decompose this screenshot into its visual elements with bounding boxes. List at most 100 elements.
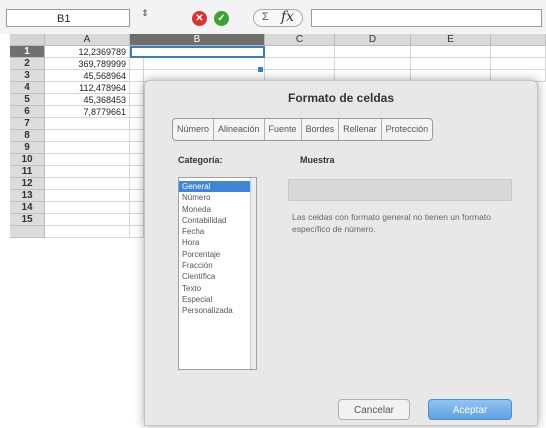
category-item-especial[interactable]: Especial: [179, 294, 256, 305]
cell-d1[interactable]: [335, 46, 411, 58]
column-header-a[interactable]: A: [45, 34, 130, 46]
cell-a3[interactable]: 45,568964: [45, 70, 130, 82]
cell-a16[interactable]: [45, 226, 130, 238]
formula-bar: B1 ⇕ ✕ ✓ Σ fx: [0, 0, 546, 34]
category-item-general[interactable]: General: [179, 181, 254, 193]
cell-b13[interactable]: [130, 190, 144, 202]
accept-button[interactable]: Aceptar: [428, 399, 512, 420]
cell-d2[interactable]: [335, 58, 411, 70]
cell-reference-box[interactable]: B1: [6, 9, 130, 27]
sample-preview-box: [288, 179, 512, 201]
tab-rellenar[interactable]: Rellenar: [339, 119, 382, 140]
cell-a9[interactable]: [45, 142, 130, 154]
row-header-6[interactable]: 6: [10, 106, 45, 118]
column-header-b[interactable]: B: [130, 34, 265, 46]
category-list-scrollbar[interactable]: [250, 178, 256, 369]
cancel-edit-icon[interactable]: ✕: [192, 11, 207, 26]
row-header-1[interactable]: 1: [10, 46, 45, 58]
category-item-numero[interactable]: Número: [179, 192, 256, 203]
category-label: Categoría:: [178, 155, 223, 165]
cell-b6[interactable]: [130, 106, 144, 118]
row-header-15[interactable]: 15: [10, 214, 45, 226]
cell-b11[interactable]: [130, 166, 144, 178]
cell-b14[interactable]: [130, 202, 144, 214]
cell-b16[interactable]: [130, 226, 144, 238]
cell-a11[interactable]: [45, 166, 130, 178]
category-item-texto[interactable]: Texto: [179, 283, 256, 294]
select-all-corner[interactable]: [10, 34, 45, 46]
fx-icon[interactable]: fx: [281, 9, 294, 25]
cell-e1[interactable]: [411, 46, 491, 58]
cell-b9[interactable]: [130, 142, 144, 154]
cell-a15[interactable]: [45, 214, 130, 226]
cell-b2[interactable]: [130, 58, 144, 70]
column-header-f[interactable]: [491, 34, 546, 46]
cell-f1[interactable]: [491, 46, 546, 58]
cell-a8[interactable]: [45, 130, 130, 142]
cell-b12[interactable]: [130, 178, 144, 190]
column-header-d[interactable]: D: [335, 34, 411, 46]
cell-b4[interactable]: [130, 82, 144, 94]
function-button[interactable]: Σ fx: [253, 9, 303, 27]
cell-b5[interactable]: [130, 94, 144, 106]
cell-b3[interactable]: [130, 70, 144, 82]
cell-reference-stepper[interactable]: ⇕: [139, 9, 151, 27]
cell-a7[interactable]: [45, 118, 130, 130]
tab-fuente[interactable]: Fuente: [265, 119, 302, 140]
cell-b8[interactable]: [130, 130, 144, 142]
tab-alineacion[interactable]: Alineación: [214, 119, 265, 140]
row-header-11[interactable]: 11: [10, 166, 45, 178]
category-item-cientifica[interactable]: Científica: [179, 271, 256, 282]
category-item-hora[interactable]: Hora: [179, 237, 256, 248]
cell-a2[interactable]: 369,789999: [45, 58, 130, 70]
row-header-13[interactable]: 13: [10, 190, 45, 202]
accept-edit-icon[interactable]: ✓: [214, 11, 229, 26]
cell-a5[interactable]: 45,368453: [45, 94, 130, 106]
sum-icon[interactable]: Σ: [262, 11, 269, 23]
row-header-10[interactable]: 10: [10, 154, 45, 166]
cell-a6[interactable]: 7,8779661: [45, 106, 130, 118]
row-header-12[interactable]: 12: [10, 178, 45, 190]
category-item-contabilidad[interactable]: Contabilidad: [179, 215, 256, 226]
cell-b2-right[interactable]: [144, 58, 265, 70]
category-item-fraccion[interactable]: Fracción: [179, 260, 256, 271]
row-header-9[interactable]: 9: [10, 142, 45, 154]
cell-e2[interactable]: [411, 58, 491, 70]
cell-a10[interactable]: [45, 154, 130, 166]
category-list[interactable]: General Número Moneda Contabilidad Fecha…: [178, 177, 257, 370]
tab-proteccion[interactable]: Protección: [382, 119, 433, 140]
cell-b1-active[interactable]: [130, 46, 265, 58]
category-item-moneda[interactable]: Moneda: [179, 204, 256, 215]
category-item-porcentaje[interactable]: Porcentaje: [179, 249, 256, 260]
row-header-8[interactable]: 8: [10, 130, 45, 142]
row-header-14[interactable]: 14: [10, 202, 45, 214]
fill-handle[interactable]: [258, 67, 263, 72]
row-header-3[interactable]: 3: [10, 70, 45, 82]
cell-c2[interactable]: [265, 58, 335, 70]
cancel-button[interactable]: Cancelar: [338, 399, 410, 420]
cell-a12[interactable]: [45, 178, 130, 190]
tab-bordes[interactable]: Bordes: [302, 119, 340, 140]
row-header-7[interactable]: 7: [10, 118, 45, 130]
cell-b7[interactable]: [130, 118, 144, 130]
row-header-5[interactable]: 5: [10, 94, 45, 106]
row-header-2[interactable]: 2: [10, 58, 45, 70]
cell-a1[interactable]: 12,2369789: [45, 46, 130, 58]
formula-input[interactable]: [311, 9, 542, 27]
cell-c1[interactable]: [265, 46, 335, 58]
cell-a4[interactable]: 112,478964: [45, 82, 130, 94]
category-item-personalizada[interactable]: Personalizada: [179, 305, 256, 316]
dialog-title: Formato de celdas: [287, 91, 395, 105]
column-header-c[interactable]: C: [265, 34, 335, 46]
cell-b15[interactable]: [130, 214, 144, 226]
column-header-e[interactable]: E: [411, 34, 491, 46]
tab-numero[interactable]: Número: [173, 119, 215, 140]
row-header-16[interactable]: [10, 226, 45, 238]
cell-f2[interactable]: [491, 58, 546, 70]
cell-a13[interactable]: [45, 190, 130, 202]
cell-b10[interactable]: [130, 154, 144, 166]
category-item-fecha[interactable]: Fecha: [179, 226, 256, 237]
row-header-4[interactable]: 4: [10, 82, 45, 94]
format-cells-dialog: Formato de celdas Número Alineación Fuen…: [144, 80, 538, 426]
cell-a14[interactable]: [45, 202, 130, 214]
